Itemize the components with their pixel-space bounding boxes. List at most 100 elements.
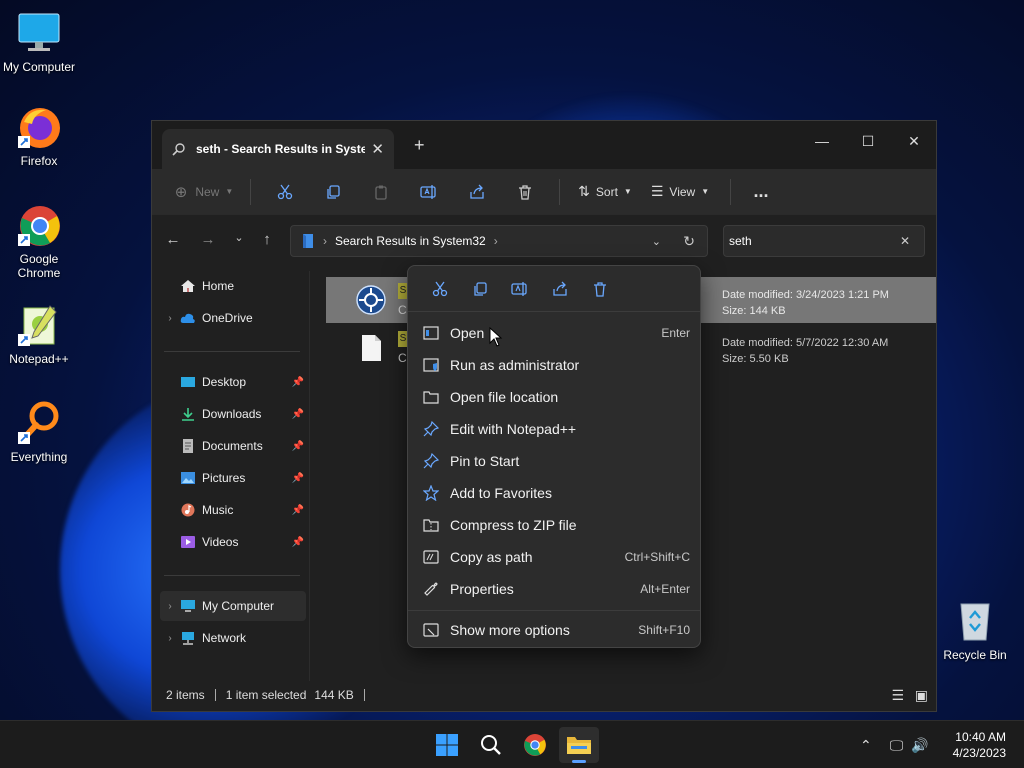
menu-item-open[interactable]: Open Enter [414, 318, 694, 348]
desktop-icon-everything[interactable]: Everything [0, 400, 78, 464]
wrench-icon [422, 580, 440, 598]
forward-button[interactable]: → [197, 231, 219, 253]
sidebar-item-downloads[interactable]: Downloads 📌 [160, 399, 306, 429]
menu-item-label: Add to Favorites [450, 485, 552, 501]
paste-button[interactable] [357, 177, 405, 207]
share-button[interactable] [453, 177, 501, 207]
address-bar[interactable]: › Search Results in System32 › ⌄ ↻ [290, 225, 708, 257]
pin-icon[interactable]: 📌 [292, 377, 304, 388]
desktop-icon-label: Notepad++ [9, 352, 69, 366]
menu-item-properties[interactable]: Properties Alt+Enter [414, 574, 694, 604]
copy-button[interactable] [309, 177, 357, 207]
folder-icon [422, 388, 440, 406]
breadcrumb-current[interactable]: Search Results in System32 [335, 234, 486, 248]
chevron-down-icon[interactable]: ⌄ [652, 235, 661, 248]
menu-item-shortcut: Alt+Enter [640, 582, 690, 596]
view-button[interactable]: ☰ View ▼ [640, 177, 720, 207]
sort-icon: ⇅ [578, 183, 590, 199]
maximize-button[interactable]: ☐ [848, 127, 888, 155]
rename-button[interactable] [500, 274, 540, 304]
refresh-icon[interactable]: ↻ [683, 233, 695, 250]
clock-date: 4/23/2023 [952, 746, 1006, 760]
tiles-view-icon[interactable]: ▣ [915, 687, 928, 704]
menu-item-shortcut: Shift+F10 [638, 623, 690, 637]
volume-icon[interactable]: 🔊 [911, 737, 928, 754]
menu-item-show-more-options[interactable]: Show more options Shift+F10 [414, 615, 694, 645]
tab-title: seth - Search Results in Syster [196, 142, 366, 156]
menu-item-open-file-location[interactable]: Open file location [414, 382, 694, 412]
delete-button[interactable] [580, 274, 620, 304]
menu-item-edit-notepadpp[interactable]: Edit with Notepad++ [414, 414, 694, 444]
share-button[interactable] [540, 274, 580, 304]
search-box[interactable]: seth ✕ [723, 225, 925, 257]
pin-icon[interactable]: 📌 [292, 505, 304, 516]
new-button[interactable]: ⊕ New ▼ [168, 177, 240, 207]
clear-search-icon[interactable]: ✕ [900, 234, 910, 248]
chevron-right-icon[interactable]: › [160, 633, 180, 644]
cut-button[interactable] [261, 177, 309, 207]
menu-item-add-to-favorites[interactable]: Add to Favorites [414, 478, 694, 508]
close-window-button[interactable]: ✕ [894, 127, 934, 155]
document-icon [183, 439, 193, 453]
taskbar-search-button[interactable] [471, 727, 511, 763]
folder-icon [567, 737, 591, 754]
plus-circle-icon: ⊕ [174, 183, 188, 201]
menu-item-compress-zip[interactable]: Compress to ZIP file [414, 510, 694, 540]
desktop-icon-my-computer[interactable]: My Computer [0, 10, 78, 74]
taskbar: ⌃ 🖵 🔊 10:40 AM 4/23/2023 [0, 720, 1024, 768]
sort-button[interactable]: ⇅ Sort ▼ [570, 177, 640, 207]
recent-locations-button[interactable]: ⌄ [228, 231, 250, 253]
rename-button[interactable] [405, 177, 453, 207]
breadcrumb-separator: › [323, 234, 327, 248]
network-icon[interactable]: 🖵 [890, 737, 904, 754]
music-icon [181, 503, 195, 517]
more-options-button[interactable]: ... [741, 177, 781, 207]
sidebar-item-label: Desktop [202, 375, 247, 389]
menu-item-run-as-admin[interactable]: Run as administrator [414, 350, 694, 380]
sidebar-item-home[interactable]: Home [160, 271, 306, 301]
pin-icon[interactable]: 📌 [292, 537, 304, 548]
new-button-label: New [195, 184, 220, 199]
desktop-icon-notepadpp[interactable]: Notepad++ [0, 302, 78, 366]
delete-button[interactable] [501, 177, 549, 207]
pin-icon[interactable]: 📌 [292, 441, 304, 452]
chevron-right-icon[interactable]: › [160, 601, 180, 612]
menu-item-copy-as-path[interactable]: Copy as path Ctrl+Shift+C [414, 542, 694, 572]
cut-button[interactable] [420, 274, 460, 304]
show-hidden-icons-button[interactable]: ⌃ [860, 737, 872, 754]
pin-icon[interactable]: 📌 [292, 409, 304, 420]
clock[interactable]: 10:40 AM 4/23/2023 [953, 729, 1006, 761]
sidebar-item-network[interactable]: › Network [160, 623, 306, 653]
sidebar-item-videos[interactable]: Videos 📌 [160, 527, 306, 557]
status-divider [214, 689, 216, 701]
status-divider [363, 689, 365, 701]
sidebar-item-music[interactable]: Music 📌 [160, 495, 306, 525]
status-size: 144 KB [314, 688, 354, 702]
chevron-right-icon[interactable]: › [160, 313, 180, 324]
menu-item-pin-to-start[interactable]: Pin to Start [414, 446, 694, 476]
sidebar-item-onedrive[interactable]: › OneDrive [160, 303, 306, 333]
sidebar-item-documents[interactable]: Documents 📌 [160, 431, 306, 461]
monitor-icon [181, 600, 195, 612]
back-button[interactable]: ← [162, 231, 184, 253]
pin-icon[interactable]: 📌 [292, 473, 304, 484]
minimize-button[interactable]: — [802, 127, 842, 155]
taskbar-file-explorer-button[interactable] [559, 727, 599, 763]
desktop-icon-firefox[interactable]: Firefox [0, 104, 78, 168]
up-button[interactable]: ↑ [256, 231, 278, 253]
desktop-icon-recycle-bin[interactable]: Recycle Bin [936, 598, 1014, 662]
context-menu: Open Enter Run as administrator Open fil… [407, 265, 701, 648]
sidebar-item-pictures[interactable]: Pictures 📌 [160, 463, 306, 493]
sidebar-item-my-computer[interactable]: › My Computer [160, 591, 306, 621]
sidebar-item-desktop[interactable]: Desktop 📌 [160, 367, 306, 397]
copy-button[interactable] [460, 274, 500, 304]
close-tab-icon[interactable]: ✕ [371, 140, 384, 158]
new-tab-button[interactable]: + [414, 135, 425, 156]
search-input[interactable]: seth [729, 234, 752, 248]
desktop-icon-chrome[interactable]: Google Chrome [0, 202, 78, 280]
tab-search-results[interactable]: seth - Search Results in Syster ✕ [162, 129, 394, 169]
start-button[interactable] [427, 727, 467, 763]
rename-icon [511, 281, 527, 296]
details-view-icon[interactable]: ☰ [891, 687, 904, 704]
taskbar-chrome-button[interactable] [515, 727, 555, 763]
